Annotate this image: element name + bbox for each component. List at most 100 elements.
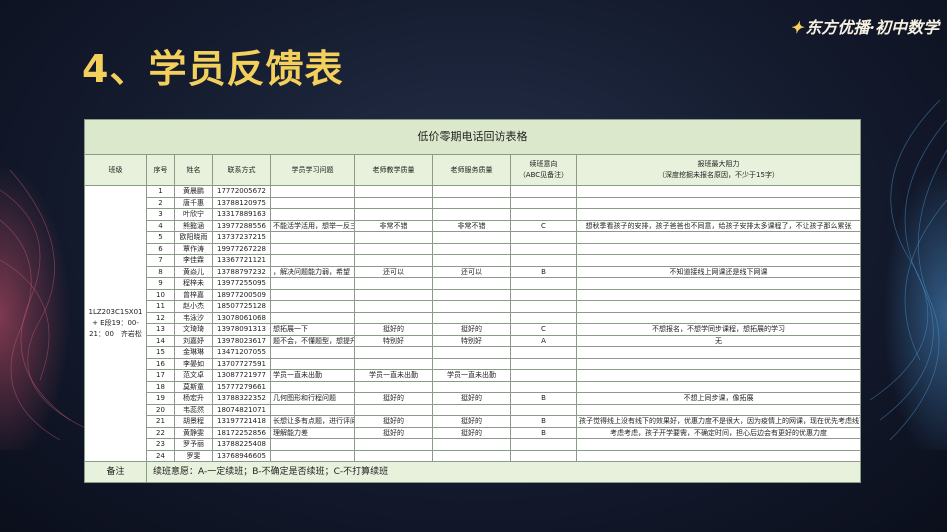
table-row: 17 范文卓 13087721977 学员一直未出勤 学员一直未出勤 学员一直未出勤 [85, 369, 861, 382]
class-info-cell: 1LZ203C1SX01 + E段19：00-21：00 齐岩松 [84, 185, 147, 462]
student-name-cell: 黄晨鹏 [174, 185, 213, 198]
phone-number-cell: 13367721121 [212, 254, 271, 267]
renew-intent-cell: C [510, 219, 577, 232]
learning-issue-cell [270, 231, 355, 244]
teach-quality-cell [354, 438, 433, 451]
learning-issue-cell: 长想让多有点题，进行评阅难 [270, 415, 355, 428]
learning-issue-cell: 几何图形和行程问题 [270, 392, 355, 405]
enroll-obstacle-cell [576, 300, 861, 313]
enroll-obstacle-cell: 无 [576, 334, 861, 347]
row-no-cell: 21 [146, 415, 175, 428]
table-row: 15 金琳琳 13471207055 [85, 346, 861, 359]
student-name-cell: 杨宏升 [174, 392, 213, 405]
enroll-obstacle-cell [576, 449, 861, 462]
table-row: 19 杨宏升 13788322352 几何图形和行程问题 挺好的 挺好的 B 不想上同步课，像… [85, 392, 861, 405]
table-row: 10 曾梓嘉 18977200509 [85, 288, 861, 301]
enroll-obstacle-cell: 孩子觉得线上没有线下的效果好，优惠力度不是很大，因为疫情上的网课，现在优先考虑线… [576, 415, 861, 428]
table-row: 7 李佳霖 13367721121 [85, 254, 861, 267]
table-row: 3 叶欣宁 13317889163 [85, 208, 861, 221]
phone-number-cell: 13471207055 [212, 346, 271, 359]
teach-quality-cell [354, 196, 433, 209]
renew-intent-cell [510, 300, 577, 313]
renew-intent-cell [510, 196, 577, 209]
student-name-cell: 赵小杰 [174, 300, 213, 313]
table-row: 5 欧阳晓雨 13737237215 [85, 231, 861, 244]
enroll-obstacle-cell [576, 380, 861, 393]
renew-intent-cell: B [510, 415, 577, 428]
student-name-cell: 莫斯童 [174, 380, 213, 393]
service-quality-cell [432, 208, 511, 221]
student-name-cell: 韦泳汐 [174, 311, 213, 324]
teach-quality-cell [354, 346, 433, 359]
phone-number-cell: 13087721977 [212, 369, 271, 382]
phone-number-cell: 17772005672 [212, 185, 271, 198]
renew-intent-cell [510, 254, 577, 267]
row-no-cell: 11 [146, 300, 175, 313]
row-no-cell: 8 [146, 265, 175, 278]
renew-intent-cell: B [510, 426, 577, 439]
phone-number-cell: 13978023617 [212, 334, 271, 347]
header-obstacle: 报班最大阻力 （深度挖掘未报名原因，不少于15字） [576, 154, 861, 186]
teach-quality-cell [354, 277, 433, 290]
table-row: 22 黄静雯 18172252856 理解能力差 挺好的 挺好的 B 考虑考虑，孩子开学要需，… [85, 426, 861, 439]
learning-issue-cell [270, 242, 355, 255]
student-name-cell: 黄静雯 [174, 426, 213, 439]
row-no-cell: 7 [146, 254, 175, 267]
row-no-cell: 14 [146, 334, 175, 347]
learning-issue-cell: ，解决问题能力弱，希望 [270, 265, 355, 278]
phone-number-cell: 13977288556 [212, 219, 271, 232]
service-quality-cell [432, 196, 511, 209]
table-row: 9 程梓未 13977255095 [85, 277, 861, 290]
renew-intent-cell [510, 449, 577, 462]
student-name-cell: 覃作涛 [174, 242, 213, 255]
note-label: 备注 [84, 461, 147, 483]
teach-quality-cell [354, 208, 433, 221]
service-quality-cell: 特别好 [432, 334, 511, 347]
teach-quality-cell: 挺好的 [354, 323, 433, 336]
enroll-obstacle-cell [576, 403, 861, 416]
renew-intent-cell [510, 231, 577, 244]
learning-issue-cell [270, 357, 355, 370]
renew-intent-cell [510, 185, 577, 198]
student-name-cell: 李佳霖 [174, 254, 213, 267]
service-quality-cell: 挺好的 [432, 323, 511, 336]
phone-number-cell: 18074821071 [212, 403, 271, 416]
header-class: 班级 [84, 154, 147, 186]
table-row: 6 覃作涛 19977267228 [85, 242, 861, 255]
learning-issue-cell [270, 254, 355, 267]
row-no-cell: 1 [146, 185, 175, 198]
learning-issue-cell [270, 449, 355, 462]
enroll-obstacle-cell [576, 196, 861, 209]
student-name-cell: 韦蕊然 [174, 403, 213, 416]
student-name-cell: 熊懿涵 [174, 219, 213, 232]
teach-quality-cell: 学员一直未出勤 [354, 369, 433, 382]
student-name-cell: 唐千惠 [174, 196, 213, 209]
teach-quality-cell [354, 311, 433, 324]
page-title: 4、学员反馈表 [82, 47, 344, 91]
header-intent-line2: （ABC见备注） [518, 171, 569, 179]
feedback-table-container: 低价零期电话回访表格 班级 序号 姓名 联系方式 学员学习问题 老师教学质量 老… [84, 119, 861, 483]
renew-intent-cell [510, 311, 577, 324]
header-obstacle-line2: （深度挖掘未报名原因，不少于15字） [658, 171, 779, 179]
learning-issue-cell [270, 311, 355, 324]
phone-number-cell: 13768946605 [212, 449, 271, 462]
row-no-cell: 10 [146, 288, 175, 301]
row-no-cell: 4 [146, 219, 175, 232]
teach-quality-cell [354, 231, 433, 244]
enroll-obstacle-cell: 不想上同步课，像拓展 [576, 392, 861, 405]
renew-intent-cell [510, 380, 577, 393]
header-name: 姓名 [174, 154, 213, 186]
row-no-cell: 19 [146, 392, 175, 405]
teach-quality-cell: 特别好 [354, 334, 433, 347]
enroll-obstacle-cell [576, 346, 861, 359]
phone-number-cell: 18172252856 [212, 426, 271, 439]
renew-intent-cell: B [510, 392, 577, 405]
phone-number-cell: 18507725128 [212, 300, 271, 313]
student-name-cell: 金琳琳 [174, 346, 213, 359]
phone-number-cell: 13737237215 [212, 231, 271, 244]
service-quality-cell [432, 449, 511, 462]
service-quality-cell [432, 300, 511, 313]
table-row: 8 黄焱儿 13788797232 ，解决问题能力弱，希望 还可以 还可以 B 不知道接线上网… [85, 265, 861, 278]
student-name-cell: 程梓未 [174, 277, 213, 290]
learning-issue-cell [270, 277, 355, 290]
